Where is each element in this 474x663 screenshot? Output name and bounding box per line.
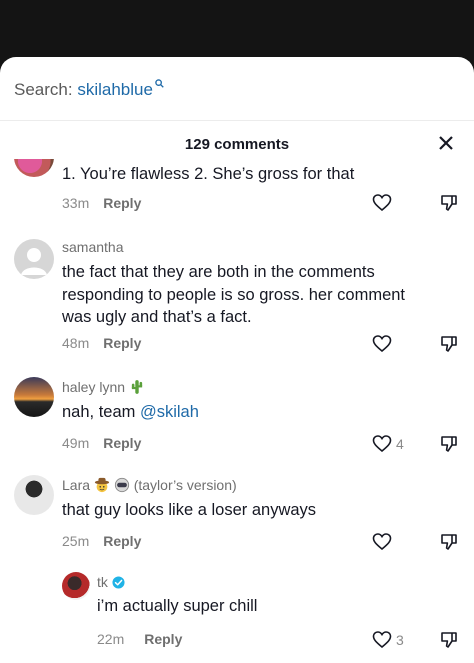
heart-icon[interactable]: [372, 334, 392, 354]
comment-text: i’m actually super chill: [97, 597, 258, 615]
comment-time: 48m: [62, 335, 90, 351]
comment-item: samantha the fact that they are both in …: [0, 235, 474, 365]
verified-badge-icon: [112, 576, 125, 589]
avatar[interactable]: [62, 572, 90, 600]
comment-meta: 22m Reply: [97, 631, 182, 647]
reply-button[interactable]: Reply: [103, 195, 141, 211]
comment-item: haley lynn nah, team @skilah 49m Reply 4: [0, 371, 474, 461]
dislike-icon[interactable]: [439, 532, 459, 552]
comment-list[interactable]: 1. You’re flawless 2. She’s gross for th…: [0, 159, 474, 663]
avatar[interactable]: [14, 159, 54, 177]
search-prefix-text: Search:: [14, 80, 73, 99]
search-label[interactable]: Search: skilahblue: [14, 79, 164, 100]
comment-text: nah, team @skilah: [62, 401, 432, 424]
cactus-icon: [131, 380, 143, 394]
heart-icon: [372, 631, 392, 649]
comment-time: 49m: [62, 435, 90, 451]
heart-icon[interactable]: [372, 532, 392, 552]
comment-meta: 33m Reply: [62, 195, 141, 211]
comment-time: 25m: [62, 533, 90, 549]
comment-username[interactable]: haley lynn: [62, 379, 143, 395]
dislike-icon[interactable]: [439, 193, 459, 213]
comment-text: the fact that they are both in the comme…: [62, 263, 406, 326]
username-text: haley lynn: [62, 379, 126, 395]
comment-meta: 49m Reply: [62, 435, 141, 451]
mention-link[interactable]: @skilah: [140, 403, 199, 421]
avatar[interactable]: [14, 239, 54, 279]
reply-item: tk i’m actually super chill 22m Reply 3: [0, 567, 474, 663]
comment-item: 1. You’re flawless 2. She’s gross for th…: [0, 159, 474, 219]
comment-meta: 48m Reply: [62, 335, 141, 351]
username-suffix: (taylor’s version): [133, 477, 237, 493]
reply-button[interactable]: Reply: [103, 335, 141, 351]
dislike-icon[interactable]: [439, 630, 459, 650]
heart-icon[interactable]: [372, 193, 392, 213]
comment-username[interactable]: samantha: [62, 239, 123, 255]
username-text: tk: [97, 574, 108, 590]
comments-sheet: Search: skilahblue 129 comments 1. You’r…: [0, 57, 474, 663]
avatar[interactable]: [14, 377, 54, 417]
search-term[interactable]: skilahblue: [77, 80, 153, 99]
comment-text: 1. You’re flawless 2. She’s gross for th…: [62, 165, 355, 183]
like-count: 4: [396, 436, 404, 452]
reply-button[interactable]: Reply: [103, 435, 141, 451]
cowboy-emoji-icon: [94, 477, 110, 493]
dislike-icon[interactable]: [439, 334, 459, 354]
comment-text: that guy looks like a loser anyways: [62, 501, 317, 519]
search-bar[interactable]: Search: skilahblue: [0, 57, 474, 121]
comment-time: 22m: [97, 631, 125, 647]
avatar[interactable]: [14, 475, 54, 515]
comment-time: 33m: [62, 195, 90, 211]
comment-count: 129 comments: [184, 136, 290, 153]
close-icon[interactable]: [438, 135, 454, 151]
comment-text-body: nah, team: [62, 403, 140, 421]
username-text: Lara: [62, 477, 91, 493]
comment-username[interactable]: tk: [97, 574, 125, 590]
heart-icon: [372, 435, 392, 453]
comment-item: Lara (taylor’s version) that guy looks l…: [0, 469, 474, 559]
reply-button[interactable]: Reply: [144, 631, 182, 647]
comment-meta: 25m Reply: [62, 533, 141, 549]
like-button[interactable]: 3: [372, 630, 408, 650]
like-button[interactable]: 4: [372, 434, 408, 454]
search-icon: [155, 79, 164, 88]
like-count: 3: [396, 632, 404, 648]
dislike-icon[interactable]: [439, 434, 459, 454]
reply-button[interactable]: Reply: [103, 533, 141, 549]
comment-username[interactable]: Lara (taylor’s version): [62, 477, 237, 493]
astronaut-emoji-icon: [114, 477, 129, 493]
default-avatar-icon: [21, 248, 47, 275]
comments-header: 129 comments: [0, 133, 474, 159]
